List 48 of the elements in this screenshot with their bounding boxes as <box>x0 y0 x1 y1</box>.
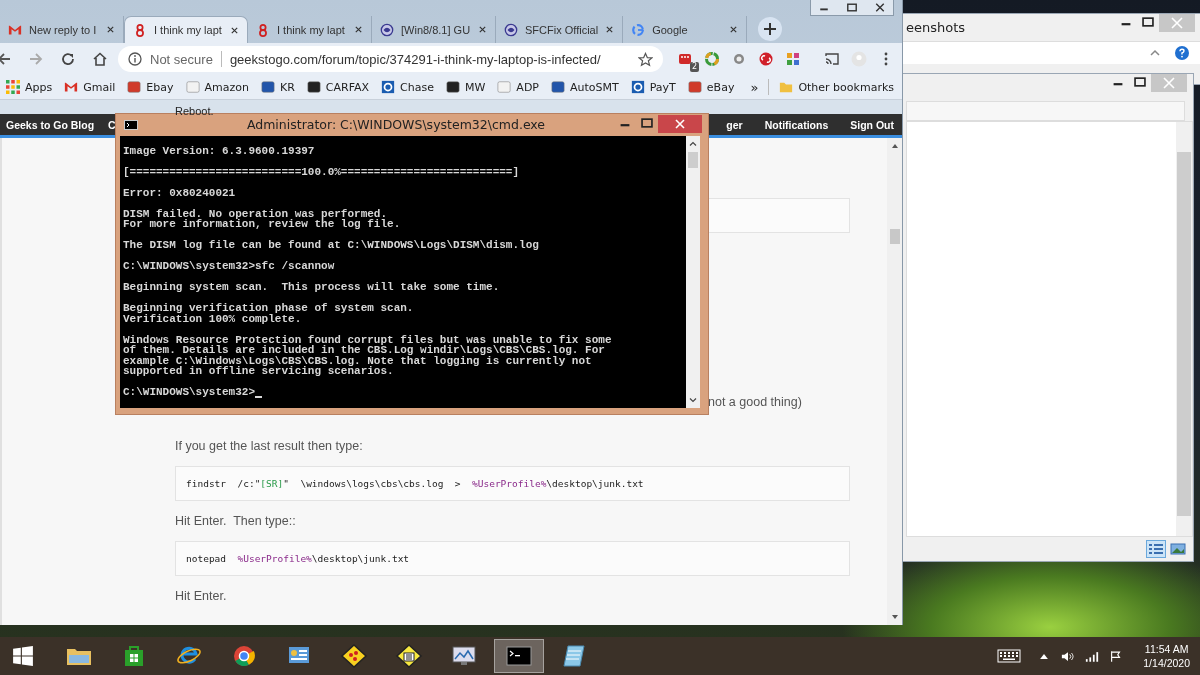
nav-link[interactable]: ger <box>726 118 743 131</box>
bookmark-link[interactable]: Ebay <box>121 80 180 94</box>
code-block: findstr /c:"[SR]" \windows\logs\cbs\cbs.log > %UserProfile%\desktop\junk.txt <box>175 466 850 501</box>
console-line: Windows Resource Protection found corrupt files but was unable to fix some <box>123 334 613 345</box>
console-line: Beginning system scan. This process will take some time. <box>123 282 501 293</box>
notification-badge: 2 <box>689 62 699 72</box>
paragraph: Hit Enter. Then type:: <box>175 514 297 528</box>
browser-tab[interactable]: I think my lapt <box>124 16 248 43</box>
console-line: C:\WINDOWS\system32>sfc /scannow <box>123 261 336 272</box>
console-line: Beginning verification phase of system scan. <box>123 303 415 314</box>
address-field[interactable]: Not secure geekstogo.com/forum/topic/374291-i-think-my-laptop-is-infected/ <box>118 46 663 72</box>
paragraph: Hit Enter. <box>175 589 228 603</box>
bookmark-link[interactable]: AutoSMT <box>545 80 625 94</box>
console-line: Image Version: 6.3.9600.19397 <box>123 145 316 156</box>
security-label: Not secure <box>150 51 213 67</box>
bookmark-link[interactable]: ADP <box>491 80 545 94</box>
nav-link[interactable]: Geeks to Go Blog <box>6 118 95 131</box>
code-block: notepad %UserProfile%\desktop\junk.txt <box>175 541 850 576</box>
bookmark-link[interactable]: Amazon <box>179 80 255 94</box>
bookmark-link[interactable]: CARFAX <box>300 80 376 94</box>
window-title: Administrator: C:\WINDOWS\system32\cmd.exe <box>245 117 547 133</box>
more-bookmarks-button[interactable]: » <box>744 79 765 95</box>
bookmark-link[interactable]: Gmail <box>58 80 122 94</box>
other-bookmarks-folder[interactable]: Other bookmarks <box>773 80 900 94</box>
console-line: Verification 100% complete. <box>123 313 302 324</box>
paragraph: If you get the last result then type: <box>175 439 364 453</box>
url-text: geekstogo.com/forum/topic/374291-i-think-my-laptop-is-infected/ <box>229 51 602 67</box>
bookmark-link[interactable]: PayT <box>624 80 682 94</box>
bookmark-link[interactable]: Apps <box>0 80 59 94</box>
console-prompt: C:\WINDOWS\system32> <box>123 387 256 398</box>
nav-link[interactable]: C <box>108 118 116 131</box>
console-line: Error: 0x80240021 <box>123 187 237 198</box>
console-line: example C:\Windows\Logs\CBS\CBS.log. Note that logging is currently not <box>123 355 593 366</box>
console-line: The DISM log file can be found at C:\WINDOWS\Logs\DISM\dism.log <box>123 240 540 251</box>
console-line: [==========================100.0%==========================] <box>123 166 521 177</box>
bookmark-link[interactable]: Chase <box>375 80 440 94</box>
console-line: supported in offline servicing scenarios. <box>123 366 395 377</box>
clock[interactable]: 11:54 AM 1/14/2020 <box>1143 642 1190 670</box>
console-line: For more information, review the log file. <box>123 219 402 230</box>
bookmark-link[interactable]: KR <box>255 80 301 94</box>
bookmark-link[interactable]: MW <box>440 80 492 94</box>
console-line: DISM failed. No operation was performed. <box>123 208 388 219</box>
nav-link[interactable]: Notifications <box>764 118 829 131</box>
paragraph-fragment: not a good thing) <box>708 395 803 409</box>
bookmark-link[interactable]: eBay <box>681 80 741 94</box>
nav-link[interactable]: Sign Out <box>850 118 894 131</box>
console-line: of them. Details are included in the CBS.Log windir\Logs\CBS\CBS.log. For <box>123 345 606 356</box>
window-title: eenshots <box>906 20 966 35</box>
